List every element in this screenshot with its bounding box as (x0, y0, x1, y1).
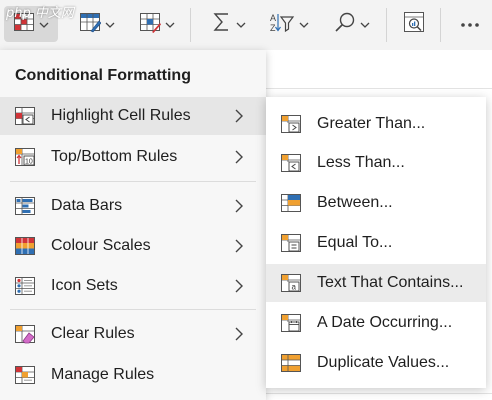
less-than-icon (280, 152, 302, 174)
menu-item-label: Colour Scales (51, 237, 151, 254)
cell-styles-button[interactable] (133, 6, 181, 42)
menu-item-label: Data Bars (51, 197, 123, 214)
sort-filter-icon: A Z (269, 11, 295, 38)
clear-rules-icon (14, 323, 36, 345)
menu-item-clear-rules[interactable]: Clear Rules (0, 315, 266, 353)
chevron-down-icon (299, 15, 309, 33)
conditional-formatting-menu: Conditional Formatting Highlight Cell Ru… (0, 50, 266, 400)
chevron-right-icon (234, 238, 244, 259)
menu-title: Conditional Formatting (15, 67, 191, 84)
chevron-down-icon (236, 15, 246, 33)
search-icon (334, 11, 356, 38)
watermark-logo: php 中文网 (6, 6, 74, 21)
sigma-icon (212, 11, 232, 38)
date-occurring-icon (280, 312, 302, 334)
submenu-item-label: Equal To... (317, 234, 393, 251)
menu-item-label: Clear Rules (51, 325, 135, 342)
menu-item-data-bars[interactable]: Data Bars (0, 187, 266, 225)
menu-item-top-bottom-rules[interactable]: 10 Top/Bottom Rules (0, 138, 266, 176)
toolbar-separator (440, 8, 441, 42)
more-options-button[interactable] (452, 6, 488, 42)
find-select-button[interactable] (326, 6, 378, 42)
submenu-item-less-than[interactable]: Less Than... (266, 144, 486, 182)
format-as-table-button[interactable] (74, 6, 120, 42)
cell-styles-icon (139, 11, 161, 38)
highlight-cell-rules-icon (14, 105, 36, 127)
menu-item-highlight-cell-rules[interactable]: Highlight Cell Rules (0, 97, 266, 135)
chevron-down-icon (105, 15, 115, 33)
excel-window: A Z php 中文网 Conditional Formatting Highl… (0, 0, 492, 400)
more-icon (460, 15, 480, 33)
chevron-right-icon (234, 108, 244, 129)
analyze-data-icon (402, 10, 426, 39)
menu-item-label: Icon Sets (51, 277, 118, 294)
menu-item-label: Manage Rules (51, 366, 155, 383)
chevron-down-icon (360, 15, 370, 33)
toolbar-separator (190, 8, 191, 42)
svg-text:Z: Z (270, 23, 276, 33)
submenu-item-duplicate-values[interactable]: Duplicate Values... (266, 344, 486, 382)
between-icon (280, 192, 302, 214)
menu-separator (10, 309, 256, 310)
gridline (265, 393, 492, 394)
autosum-button[interactable] (204, 6, 254, 42)
greater-than-icon (280, 113, 302, 135)
manage-rules-icon (14, 364, 36, 386)
top-bottom-rules-icon: 10 (14, 146, 36, 168)
submenu-item-date-occurring[interactable]: A Date Occurring... (266, 304, 486, 342)
chevron-right-icon (234, 326, 244, 347)
chevron-right-icon (234, 149, 244, 170)
submenu-item-equal-to[interactable]: Equal To... (266, 224, 486, 262)
submenu-item-label: Less Than... (317, 154, 405, 171)
menu-item-colour-scales[interactable]: Colour Scales (0, 227, 266, 265)
toolbar-separator (386, 8, 387, 42)
chevron-right-icon (234, 198, 244, 219)
submenu-item-text-contains[interactable]: a Text That Contains... (266, 264, 486, 302)
icon-sets-icon (14, 275, 36, 297)
chevron-right-icon (234, 278, 244, 299)
submenu-item-label: Greater Than... (317, 115, 426, 132)
colour-scales-icon (14, 235, 36, 257)
analyze-data-button[interactable] (396, 6, 432, 42)
submenu-item-greater-than[interactable]: Greater Than... (266, 105, 486, 143)
submenu-item-label: A Date Occurring... (317, 314, 453, 331)
menu-separator (10, 181, 256, 182)
menu-item-label: Highlight Cell Rules (51, 107, 191, 124)
svg-text:A: A (270, 13, 276, 23)
submenu-item-label: Text That Contains... (317, 274, 464, 291)
chevron-down-icon (165, 15, 175, 33)
svg-text:a: a (292, 283, 297, 292)
submenu-item-label: Between... (317, 194, 393, 211)
equal-to-icon (280, 232, 302, 254)
svg-text:10: 10 (25, 159, 33, 166)
menu-item-icon-sets[interactable]: Icon Sets (0, 267, 266, 305)
menu-item-manage-rules[interactable]: Manage Rules (0, 356, 266, 394)
submenu-item-between[interactable]: Between... (266, 184, 486, 222)
highlight-cell-rules-submenu: Greater Than... Less Than... Between... … (266, 97, 486, 388)
text-contains-icon: a (280, 272, 302, 294)
format-table-icon (79, 11, 102, 38)
duplicate-values-icon (280, 352, 302, 374)
gridline (265, 88, 492, 89)
sort-filter-button[interactable]: A Z (262, 6, 316, 42)
menu-item-label: Top/Bottom Rules (51, 148, 178, 165)
submenu-item-label: Duplicate Values... (317, 354, 450, 371)
data-bars-icon (14, 195, 36, 217)
